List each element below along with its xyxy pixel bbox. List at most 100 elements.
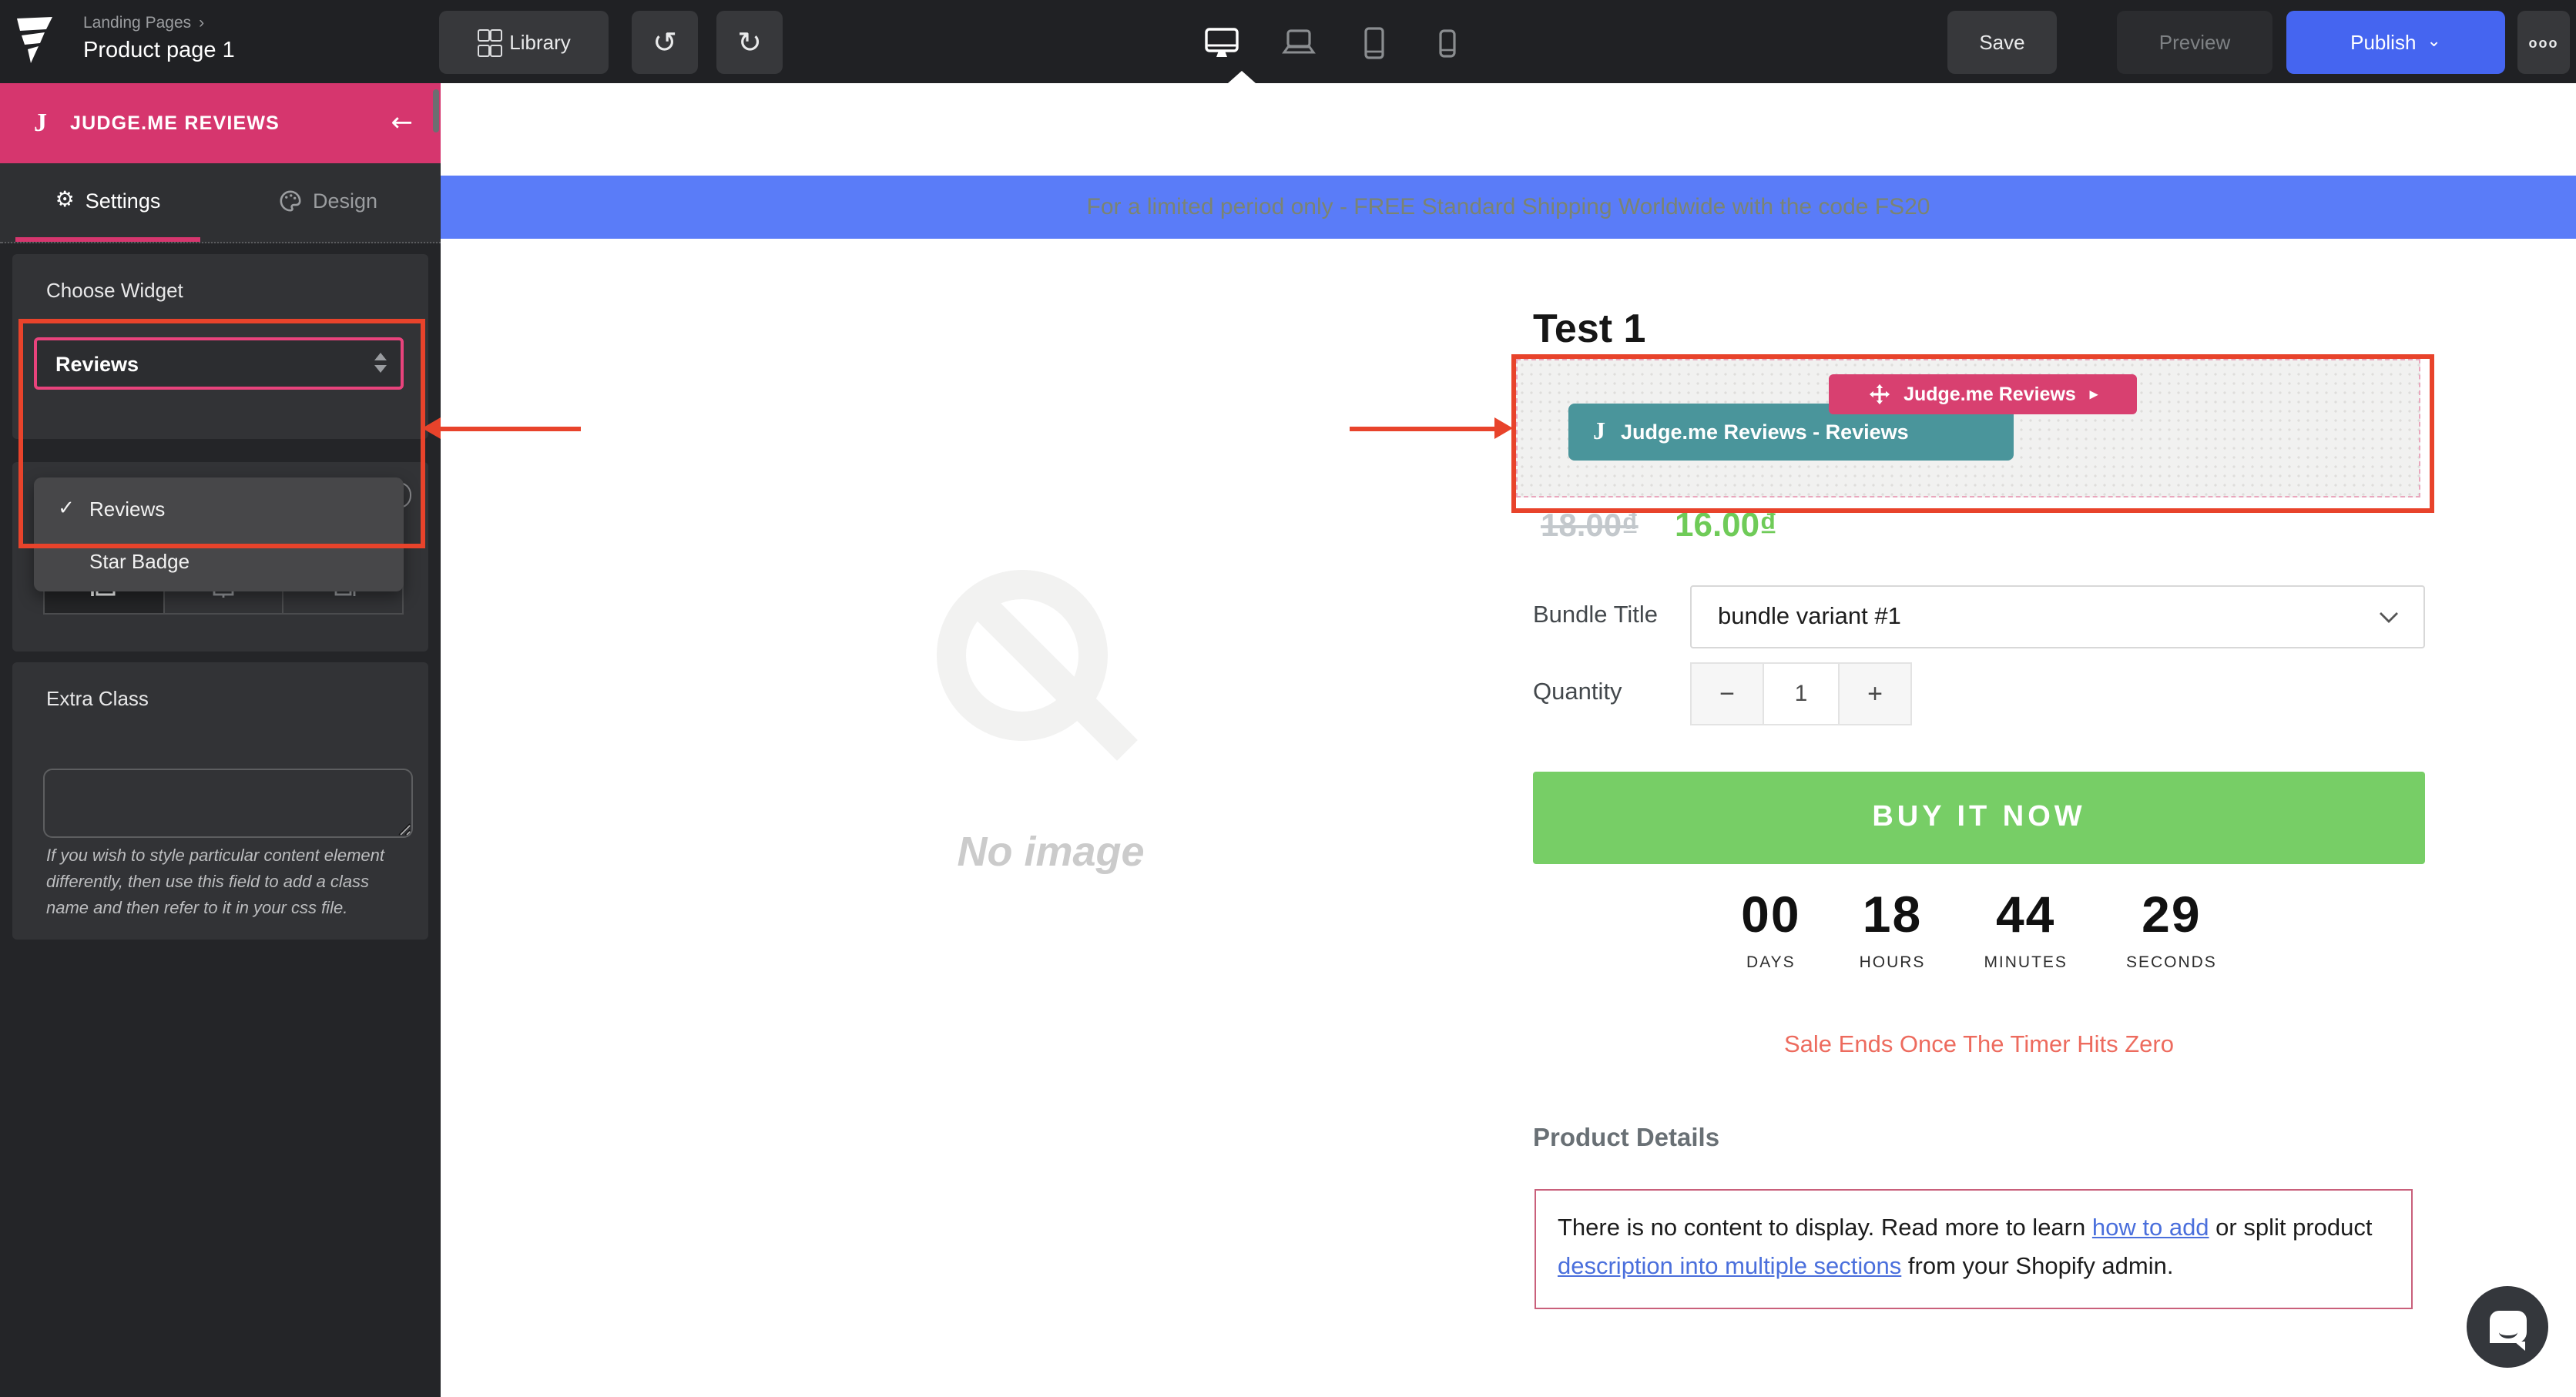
preview-button-label: Preview	[2159, 31, 2231, 54]
countdown-timer: 00 DAYS 18 HOURS 44 MINUTES 29 SECONDS	[1533, 886, 2425, 972]
quantity-decrease-button[interactable]: −	[1690, 662, 1764, 725]
extra-class-label: Extra Class	[46, 687, 149, 710]
chat-smile-icon	[2498, 1326, 2517, 1338]
description-sections-link[interactable]: description into multiple sections	[1558, 1254, 1901, 1280]
timer-minutes-value: 44	[1984, 886, 2068, 944]
chat-launcher-button[interactable]	[2467, 1286, 2548, 1368]
panel-scrollbar-thumb[interactable]	[433, 89, 439, 132]
widget-select-dropdown: ✓ Reviews Star Badge	[34, 477, 404, 591]
breadcrumb-chevron-icon: ›	[199, 14, 204, 32]
sale-ends-note: Sale Ends Once The Timer Hits Zero	[1533, 1032, 2425, 1060]
app-logo-icon[interactable]	[12, 15, 62, 68]
redo-icon: ↻	[737, 25, 762, 59]
active-device-indicator	[1228, 71, 1256, 83]
page-title: Product page 1	[83, 39, 235, 63]
buy-it-now-button[interactable]: BUY IT NOW	[1533, 772, 2425, 864]
redo-button[interactable]: ↻	[716, 11, 783, 74]
widget-select[interactable]: Reviews	[34, 337, 404, 390]
select-arrows-icon	[374, 353, 387, 373]
active-tab-underline	[15, 237, 200, 242]
chat-bubble-icon	[2489, 1311, 2526, 1343]
move-handle-icon	[1868, 384, 1890, 405]
annotation-arrow-left-line	[439, 427, 581, 431]
timer-hours: 18 HOURS	[1860, 886, 1926, 972]
extra-class-input[interactable]	[43, 769, 413, 838]
dropdown-option-reviews[interactable]: ✓ Reviews	[34, 482, 404, 534]
details-text: or split product	[2209, 1215, 2373, 1241]
how-to-add-link[interactable]: how to add	[2092, 1215, 2209, 1241]
publish-button[interactable]: Publish ⌄	[2286, 11, 2505, 74]
quantity-value[interactable]: 1	[1764, 662, 1838, 725]
undo-icon: ↺	[652, 25, 677, 59]
details-text: from your Shopify admin.	[1901, 1254, 2173, 1280]
timer-days-value: 00	[1741, 886, 1800, 944]
tab-settings-label: Settings	[86, 189, 161, 212]
timer-hours-value: 18	[1860, 886, 1926, 944]
dropdown-option-label: Star Badge	[89, 549, 190, 572]
library-button-label: Library	[509, 31, 571, 54]
sale-price: 16.00₫	[1675, 505, 1777, 545]
timer-seconds: 29 SECONDS	[2126, 886, 2217, 972]
widget-panel-header: J JUDGE.ME REVIEWS ←	[0, 83, 441, 163]
more-options-icon: ooo	[2529, 35, 2559, 50]
extra-class-help-text: If you wish to style particular content …	[46, 844, 404, 923]
judgeme-element-badge[interactable]: Judge.me Reviews ▸	[1829, 374, 2137, 414]
more-options-button[interactable]: ooo	[2517, 11, 2570, 74]
logo-glyph	[12, 17, 55, 66]
save-button-label: Save	[1979, 31, 2024, 54]
breadcrumb-label[interactable]: Landing Pages	[83, 14, 191, 32]
dropdown-option-star-badge[interactable]: Star Badge	[34, 534, 404, 587]
bundle-variant-value: bundle variant #1	[1718, 603, 1901, 631]
top-toolbar: Landing Pages › Product page 1 Library ↺…	[0, 0, 2576, 83]
undo-button[interactable]: ↺	[632, 11, 698, 74]
judgeme-logo-icon: J	[34, 108, 47, 139]
select-chevron-down-icon	[2379, 611, 2399, 623]
panel-tabs: ⚙ Settings Design	[0, 163, 441, 243]
mobile-device-icon[interactable]	[1430, 22, 1464, 62]
selected-check-icon: ✓	[49, 497, 83, 520]
publish-chevron-icon: ⌄	[2427, 31, 2440, 51]
judgeme-badge-label: Judge.me Reviews	[1903, 384, 2076, 405]
breadcrumb[interactable]: Landing Pages ›	[83, 14, 204, 32]
annotation-arrow-left-head	[422, 417, 441, 439]
back-arrow-icon[interactable]: ←	[391, 108, 414, 139]
bundle-title-label: Bundle Title	[1533, 602, 1658, 630]
judgeme-tag-logo-icon: J	[1593, 418, 1605, 446]
tab-settings[interactable]: ⚙ Settings	[0, 163, 216, 237]
product-details-heading: Product Details	[1533, 1124, 1719, 1154]
tab-design-label: Design	[313, 189, 377, 212]
save-button[interactable]: Save	[1947, 11, 2057, 74]
compare-at-price: 18.00₫	[1541, 508, 1639, 545]
extra-class-card: Extra Class If you wish to style particu…	[12, 662, 428, 940]
product-title[interactable]: Test 1	[1533, 305, 1645, 353]
tab-design[interactable]: Design	[220, 163, 436, 237]
settings-gear-icon: ⚙	[55, 188, 75, 213]
bundle-variant-select[interactable]: bundle variant #1	[1690, 585, 2425, 648]
timer-days: 00 DAYS	[1741, 886, 1800, 972]
quantity-label: Quantity	[1533, 679, 1622, 707]
desktop-device-icon[interactable]	[1202, 22, 1242, 62]
badge-caret-right-icon[interactable]: ▸	[2090, 386, 2098, 403]
annotation-arrow-right-line	[1350, 427, 1494, 431]
tablet-device-icon[interactable]	[1356, 22, 1393, 62]
dropdown-option-label: Reviews	[89, 497, 165, 520]
product-details-box: There is no content to display. Read mor…	[1535, 1189, 2413, 1309]
annotation-arrow-right-head	[1494, 417, 1513, 439]
library-button[interactable]: Library	[439, 11, 609, 74]
widget-select-value: Reviews	[55, 352, 139, 375]
announcement-banner: For a limited period only - FREE Standar…	[441, 176, 2576, 239]
choose-widget-label: Choose Widget	[46, 279, 183, 302]
timer-days-unit: DAYS	[1741, 953, 1800, 972]
quantity-increase-button[interactable]: +	[1838, 662, 1912, 725]
publish-button-label: Publish	[2350, 31, 2416, 54]
choose-widget-card: Choose Widget Reviews	[12, 254, 428, 439]
timer-minutes: 44 MINUTES	[1984, 886, 2068, 972]
library-grid-icon	[477, 28, 498, 56]
timer-seconds-unit: SECONDS	[2126, 953, 2217, 972]
no-image-label: No image	[878, 829, 1223, 876]
timer-seconds-value: 29	[2126, 886, 2217, 944]
preview-button[interactable]: Preview	[2117, 11, 2272, 74]
details-text: There is no content to display. Read mor…	[1558, 1215, 2092, 1241]
quantity-stepper: − 1 +	[1690, 662, 1912, 725]
laptop-device-icon[interactable]	[1279, 22, 1319, 62]
